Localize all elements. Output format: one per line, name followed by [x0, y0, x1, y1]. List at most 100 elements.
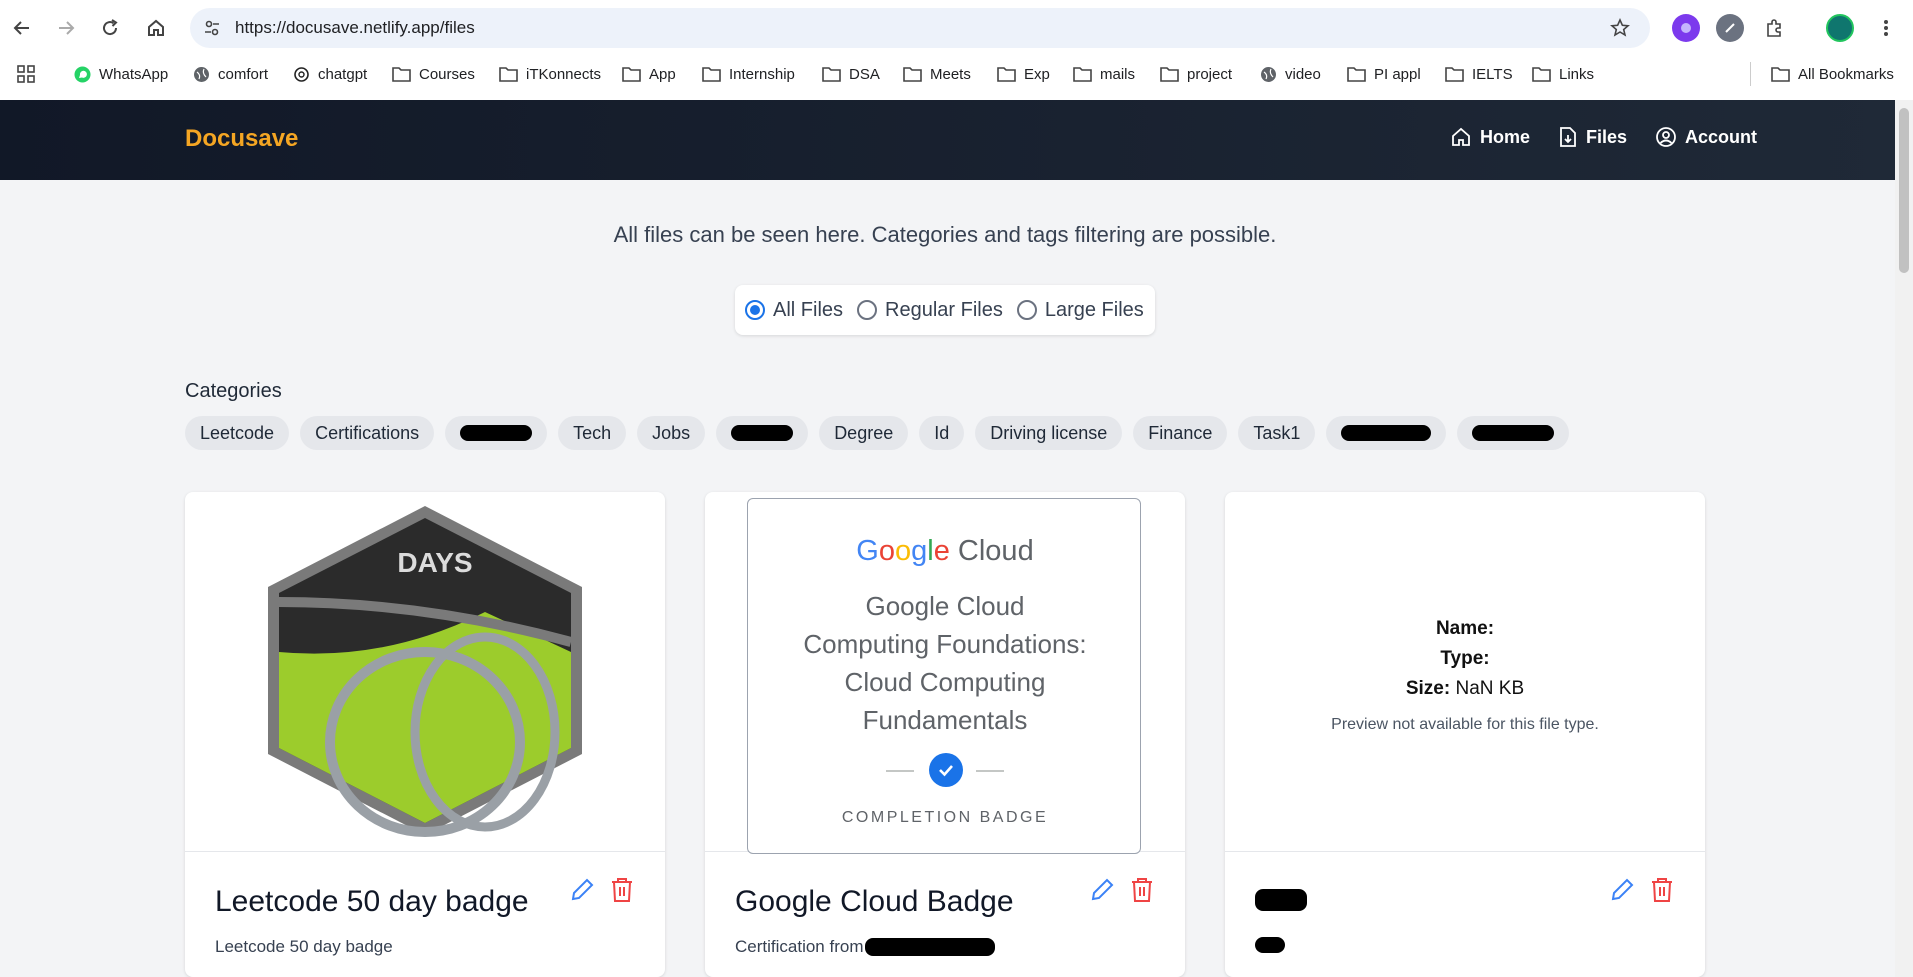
filter-regular-files[interactable]: Regular Files	[857, 299, 1003, 322]
all-bookmarks-button[interactable]: All Bookmarks	[1750, 62, 1894, 86]
badge-line: Fundamentals	[862, 705, 1028, 735]
bookmark-folder-exp[interactable]: Exp	[997, 62, 1050, 86]
category-chip[interactable]: Certifications	[300, 416, 435, 450]
profile-avatar[interactable]	[1826, 14, 1854, 42]
radio-selected[interactable]	[745, 300, 765, 320]
folder-icon	[622, 67, 641, 82]
bookmark-folder-pi-appl[interactable]: PI appl	[1347, 62, 1421, 86]
category-chip[interactable]: Driving license	[975, 416, 1123, 450]
delete-trash-icon[interactable]	[1647, 874, 1677, 906]
bookmark-label: Courses	[419, 65, 475, 83]
bookmark-folder-internship[interactable]: Internship	[702, 62, 795, 86]
category-chip-redacted[interactable]	[1326, 416, 1447, 450]
file-info: Name: Type: Size: NaN KB Preview not ava…	[1225, 614, 1705, 740]
category-chip-redacted[interactable]	[1457, 416, 1570, 450]
category-chip[interactable]: Jobs	[637, 416, 706, 450]
bookmark-folder-project[interactable]: project	[1160, 62, 1232, 86]
badge-line: Cloud Computing	[844, 667, 1046, 697]
redaction-mark	[865, 938, 996, 956]
forward-button[interactable]	[50, 12, 82, 44]
site-settings-icon[interactable]	[200, 16, 224, 40]
redaction-mark	[731, 425, 794, 441]
nav-files[interactable]: Files	[1558, 126, 1627, 148]
bookmark-folder-courses[interactable]: Courses	[392, 62, 475, 86]
apps-grid-icon[interactable]	[16, 62, 36, 86]
category-chip-redacted[interactable]	[445, 416, 548, 450]
category-chips: Leetcode Certifications Tech Jobs Degree…	[185, 416, 1570, 450]
category-chip[interactable]: Task1	[1238, 416, 1316, 450]
nav-home[interactable]: Home	[1450, 126, 1530, 148]
file-card[interactable]: Name: Type: Size: NaN KB Preview not ava…	[1225, 492, 1705, 977]
bookmark-label: mails	[1100, 65, 1136, 83]
delete-trash-icon[interactable]	[1127, 874, 1157, 906]
home-button[interactable]	[140, 12, 172, 44]
file-preview-image[interactable]: Google Cloud Google Cloud Computing Foun…	[705, 492, 1185, 854]
bookmark-whatsapp[interactable]: WhatsApp	[74, 62, 168, 86]
bookmark-chatgpt[interactable]: chatgpt	[293, 62, 367, 86]
bookmark-comfort[interactable]: comfort	[193, 62, 268, 86]
extensions-puzzle-icon[interactable]	[1760, 14, 1788, 42]
category-chip[interactable]: Leetcode	[185, 416, 290, 450]
filter-large-files[interactable]: Large Files	[1016, 299, 1144, 322]
scrollbar-thumb[interactable]	[1899, 108, 1909, 273]
page-intro-text: All files can be seen here. Categories a…	[613, 222, 1277, 247]
edit-pencil-icon[interactable]	[1607, 874, 1637, 906]
brand-logo[interactable]: Docusave	[185, 125, 298, 153]
nav-account[interactable]: Account	[1655, 126, 1757, 148]
category-chip[interactable]: Id	[919, 416, 965, 450]
bookmark-folder-ielts[interactable]: IELTS	[1445, 62, 1513, 86]
file-preview-image[interactable]: DAYS	[185, 492, 665, 852]
url-text[interactable]: https://docusave.netlify.app/files	[235, 18, 475, 38]
forward-arrow-icon	[59, 21, 75, 35]
size-value: NaN KB	[1455, 678, 1525, 699]
bookmark-folder-dsa[interactable]: DSA	[822, 62, 880, 86]
filter-all-files[interactable]: All Files	[745, 299, 843, 322]
reload-button[interactable]	[94, 12, 126, 44]
user-circle-icon	[1656, 127, 1676, 147]
radio-unselected[interactable]	[857, 300, 878, 320]
file-preview-placeholder[interactable]: Name: Type: Size: NaN KB Preview not ava…	[1225, 492, 1705, 852]
back-button[interactable]	[6, 12, 38, 44]
browser-menu-icon[interactable]	[1872, 14, 1900, 42]
file-card[interactable]: Google Cloud Google Cloud Computing Foun…	[705, 492, 1185, 977]
chatgpt-icon	[294, 66, 309, 82]
category-chip[interactable]: Tech	[558, 416, 627, 450]
extension-brain-icon[interactable]	[1672, 14, 1700, 42]
folder-icon	[822, 67, 841, 82]
nav-account-label: Account	[1685, 126, 1757, 147]
bookmark-folder-links[interactable]: Links	[1532, 62, 1594, 86]
folder-icon	[1771, 67, 1790, 82]
category-chip-redacted[interactable]	[716, 416, 809, 450]
radio-unselected[interactable]	[1016, 300, 1037, 320]
edit-pencil-icon[interactable]	[567, 874, 597, 906]
file-type-row: Type:	[1225, 644, 1705, 674]
bookmark-label: Meets	[930, 65, 971, 83]
leetcode-badge-image: DAYS	[268, 506, 582, 837]
all-bookmarks-label: All Bookmarks	[1798, 65, 1894, 83]
page-scrollbar[interactable]	[1895, 100, 1913, 977]
file-card[interactable]: DAYS Leetcode 50 day badge Leetcode 50 d…	[185, 492, 665, 977]
extension-blocker-icon[interactable]	[1716, 14, 1744, 42]
delete-trash-icon[interactable]	[607, 874, 637, 906]
file-name-row: Name:	[1225, 614, 1705, 644]
preview-unavailable-note: Preview not available for this file type…	[1331, 716, 1599, 733]
bookmark-folder-meets[interactable]: Meets	[903, 62, 971, 86]
redaction-mark	[1472, 425, 1555, 441]
bookmark-star-icon[interactable]	[1608, 16, 1632, 40]
description-text: Certification from	[735, 937, 864, 956]
category-chip[interactable]: Degree	[819, 416, 909, 450]
home-icon	[1452, 127, 1470, 146]
edit-pencil-icon[interactable]	[1087, 874, 1117, 906]
bookmark-folder-mails[interactable]: mails	[1073, 62, 1135, 86]
file-download-icon	[1560, 127, 1576, 147]
bookmark-video[interactable]: video	[1260, 62, 1321, 86]
filter-all-label: All Files	[773, 298, 844, 321]
address-bar[interactable]: https://docusave.netlify.app/files	[190, 8, 1650, 48]
category-chip[interactable]: Finance	[1133, 416, 1228, 450]
bookmark-label: Internship	[729, 65, 795, 83]
bookmark-folder-app[interactable]: App	[622, 62, 676, 86]
check-circle-icon	[929, 753, 963, 787]
badge-course-name: Google Cloud Computing Foundations: Clou…	[748, 587, 1142, 739]
bookmark-folder-itkonnects[interactable]: iTKonnects	[499, 62, 601, 86]
folder-icon	[1347, 67, 1366, 82]
